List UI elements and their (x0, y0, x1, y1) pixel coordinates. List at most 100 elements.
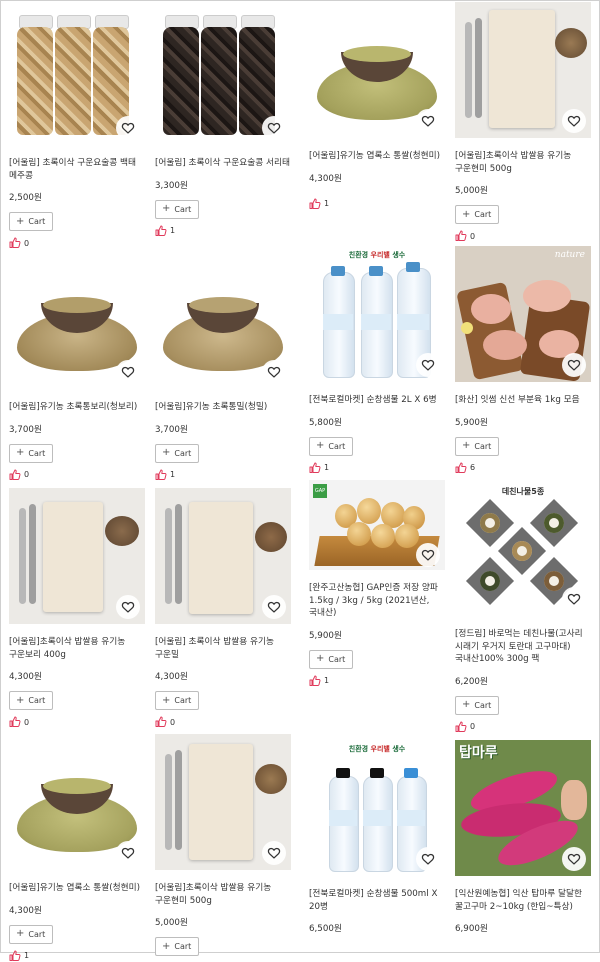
product-name[interactable]: [어울림]유기농 엽록소 통쌀(청현미) (309, 150, 445, 163)
product-card[interactable]: nature [화산] 잇썸 신선 부분육 1kg 모음 5,900원 + Car… (455, 246, 591, 474)
product-name[interactable]: [익산원예농협] 익산 탑마루 달달한 꿀고구마 2~10kg (한입~특상) (455, 888, 591, 913)
plus-icon: + (316, 440, 325, 451)
product-image[interactable]: nature (455, 246, 591, 382)
like-button[interactable]: 1 (309, 675, 445, 687)
wishlist-button[interactable] (262, 360, 286, 384)
product-card[interactable]: [어울림]초록이삭 밥쌀용 유기농 구운보리 400g 4,300원 + Cart… (9, 488, 145, 728)
wishlist-button[interactable] (262, 841, 286, 865)
product-name[interactable]: [어울림]유기농 엽록소 통쌀(청현미) (9, 882, 145, 895)
product-image[interactable]: GAP (309, 480, 445, 570)
thumbs-up-icon (455, 721, 467, 733)
like-button[interactable]: 0 (9, 237, 145, 249)
add-to-cart-button[interactable]: + Cart (155, 937, 200, 956)
product-image[interactable] (309, 2, 445, 138)
product-image[interactable]: 데친나물5종 (455, 480, 591, 616)
product-name[interactable]: [어울림] 초록이삭 구운요술콩 서리태 (155, 157, 291, 170)
product-image[interactable] (155, 9, 291, 145)
product-card[interactable]: [어울림]유기농 엽록소 통쌀(청현미) 4,300원 1 (309, 2, 445, 210)
wishlist-button[interactable] (562, 847, 586, 871)
product-image[interactable] (455, 2, 591, 138)
product-card[interactable]: 탑마루 [익산원예농협] 익산 탑마루 달달한 꿀고구마 2~10kg (한입~… (455, 740, 591, 934)
wishlist-button[interactable] (116, 595, 140, 619)
like-button[interactable]: 1 (155, 225, 291, 237)
add-to-cart-button[interactable]: + Cart (455, 205, 500, 224)
product-card[interactable]: [어울림] 초록이삭 밥쌀용 유기농 구운밀 4,300원 + Cart 0 (155, 488, 291, 728)
like-button[interactable]: 1 (9, 950, 145, 962)
product-card[interactable]: 친환경 우리밸 생수 [전북로컬마켓] 순창샘물 500ml X 20병 6,5… (309, 740, 445, 934)
add-to-cart-button[interactable]: + Cart (9, 924, 54, 944)
product-card[interactable]: GAP [완주고산농협] GAP인증 저장 양파 1.5kg / 3kg / 5… (309, 480, 445, 687)
wishlist-button[interactable] (116, 841, 140, 865)
wishlist-button[interactable] (116, 360, 140, 384)
product-image[interactable]: 친환경 우리밸 생수 (309, 740, 445, 876)
add-to-cart-button[interactable]: + Cart (155, 691, 200, 710)
like-button[interactable]: 0 (155, 716, 291, 728)
like-button[interactable]: 0 (455, 721, 591, 733)
product-name[interactable]: [어울림]유기농 초록통밀(청밀) (155, 401, 291, 414)
product-price: 5,900원 (309, 630, 342, 641)
wishlist-button[interactable] (562, 109, 586, 133)
heart-icon (267, 121, 281, 135)
add-to-cart-button[interactable]: + Cart (9, 443, 54, 463)
wishlist-button[interactable] (416, 353, 440, 377)
wishlist-button[interactable] (116, 116, 140, 140)
product-image[interactable] (155, 253, 291, 389)
add-to-cart-button[interactable]: + Cart (9, 212, 54, 231)
product-name[interactable]: [어울림] 초록이삭 구운요술콩 백태 메주콩 (9, 157, 145, 182)
product-name[interactable]: [전북로컬마켓] 순창샘물 500ml X 20병 (309, 888, 445, 913)
like-button[interactable]: 0 (9, 469, 145, 481)
product-card[interactable]: 데친나물5종 [정드림] 바로먹는 데친나물(고사리 시래기 우거지 토란대 고… (455, 480, 591, 733)
product-name[interactable]: [정드림] 바로먹는 데친나물(고사리 시래기 우거지 토란대 고구마대)국내산… (455, 628, 591, 666)
product-image[interactable] (9, 488, 145, 624)
wishlist-button[interactable] (262, 595, 286, 619)
product-card[interactable]: [어울림] 초록이삭 구운요술콩 서리태 3,300원 + Cart 1 (155, 9, 291, 237)
add-to-cart-button[interactable]: + Cart (309, 649, 354, 669)
product-image[interactable] (9, 253, 145, 389)
add-to-cart-button[interactable]: + Cart (9, 691, 54, 710)
like-count: 1 (170, 470, 176, 479)
like-button[interactable]: 0 (9, 716, 145, 728)
product-card[interactable]: [어울림] 초록이삭 구운요술콩 백태 메주콩 2,500원 + Cart 0 (9, 9, 145, 249)
product-card[interactable]: 친환경 우리밸 생수 [전북로컬마켓] 순창샘물 2L X 6병 5,800원 … (309, 246, 445, 474)
like-button[interactable]: 1 (309, 462, 445, 474)
product-image[interactable]: 친환경 우리밸 생수 (309, 246, 445, 382)
product-name[interactable]: [어울림]초록이삭 밥쌀용 유기농 구운현미 500g (155, 882, 291, 907)
product-image[interactable]: 탑마루 (455, 740, 591, 876)
add-to-cart-button[interactable]: + Cart (309, 436, 354, 456)
product-card[interactable]: [어울림]유기농 엽록소 통쌀(청현미) 4,300원 + Cart 1 (9, 734, 145, 962)
plus-icon: + (16, 694, 25, 706)
like-button[interactable]: 6 (455, 462, 591, 474)
like-button[interactable]: 1 (309, 198, 445, 210)
like-button[interactable]: 0 (455, 230, 591, 242)
product-card[interactable]: [어울림]초록이삭 밥쌀용 유기농 구운현미 500g 5,000원 + Cart (155, 734, 291, 956)
product-name[interactable]: [완주고산농협] GAP인증 저장 양파 1.5kg / 3kg / 5kg (… (309, 582, 445, 620)
product-name[interactable]: [화산] 잇썸 신선 부분육 1kg 모음 (455, 394, 591, 407)
add-to-cart-button[interactable]: + Cart (455, 436, 500, 456)
wishlist-button[interactable] (262, 116, 286, 140)
like-button[interactable]: 1 (155, 469, 291, 481)
product-card[interactable]: [어울림]초록이삭 밥쌀용 유기농 구운현미 500g 5,000원 + Cart… (455, 2, 591, 242)
wishlist-button[interactable] (562, 353, 586, 377)
product-name[interactable]: [어울림]초록이삭 밥쌀용 유기농 구운현미 500g (455, 150, 591, 175)
wishlist-button[interactable] (416, 847, 440, 871)
product-card[interactable]: [어울림]유기농 초록통보리(청보리) 3,700원 + Cart 0 (9, 253, 145, 481)
thumbs-up-icon (9, 237, 21, 249)
product-image[interactable] (155, 488, 291, 624)
plus-icon: + (162, 447, 171, 458)
product-name[interactable]: [어울림]초록이삭 밥쌀용 유기농 구운보리 400g (9, 636, 145, 661)
product-name[interactable]: [전북로컬마켓] 순창샘물 2L X 6병 (309, 394, 445, 407)
product-image[interactable] (9, 734, 145, 870)
add-to-cart-button[interactable]: + Cart (155, 199, 200, 219)
wishlist-button[interactable] (562, 587, 586, 611)
plus-icon: + (16, 215, 25, 227)
product-image[interactable] (9, 9, 145, 145)
product-image[interactable] (155, 734, 291, 870)
wishlist-button[interactable] (416, 543, 440, 567)
product-name[interactable]: [어울림]유기농 초록통보리(청보리) (9, 401, 145, 414)
add-to-cart-button[interactable]: + Cart (155, 443, 200, 463)
like-count: 1 (170, 226, 176, 235)
wishlist-button[interactable] (416, 109, 440, 133)
add-to-cart-button[interactable]: + Cart (455, 695, 500, 715)
product-name[interactable]: [어울림] 초록이삭 밥쌀용 유기농 구운밀 (155, 636, 291, 661)
product-card[interactable]: [어울림]유기농 초록통밀(청밀) 3,700원 + Cart 1 (155, 253, 291, 481)
